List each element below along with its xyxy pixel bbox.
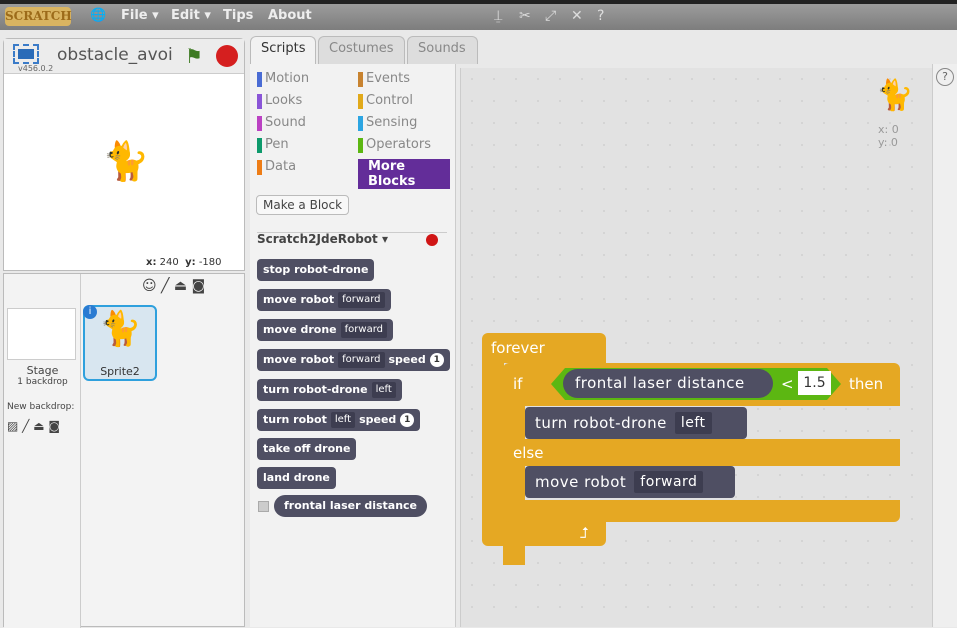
block-land-drone[interactable]: land drone bbox=[257, 467, 336, 489]
loop-arrow-icon: ⮥ bbox=[580, 524, 589, 542]
help-panel: ? bbox=[932, 64, 957, 627]
stop-icon[interactable] bbox=[216, 45, 238, 67]
scripts-area[interactable]: 🐈 x: 0 y: 0 forever ⮥ if frontal laser di… bbox=[460, 68, 932, 627]
block-move-robot-speed[interactable]: move robot forward speed 1 bbox=[257, 349, 450, 371]
category-events[interactable]: Events bbox=[358, 71, 410, 87]
category-more-blocks[interactable]: More Blocks bbox=[358, 159, 450, 189]
make-a-block-button[interactable]: Make a Block bbox=[256, 195, 350, 215]
stage-panel: obstacle_avoid v456.0.2 ⚑ 🐈 bbox=[3, 38, 245, 271]
category-control[interactable]: Control bbox=[358, 93, 413, 109]
block-stop-robot-drone[interactable]: stop robot-drone bbox=[257, 259, 375, 281]
globe-icon[interactable]: 🌐 bbox=[90, 8, 106, 23]
if-else-block[interactable]: if frontal laser distance < 1.5 then bbox=[503, 363, 900, 406]
direction-dropdown[interactable]: left bbox=[674, 412, 712, 434]
menu-bar: SCRATCH 🌐 File ▾ Edit ▾ Tips About ⍊ ✂ ⤢… bbox=[0, 4, 957, 30]
block-turn-robot-drone[interactable]: turn robot-drone left bbox=[257, 379, 402, 401]
category-sound[interactable]: Sound bbox=[257, 115, 306, 131]
category-operators[interactable]: Operators bbox=[358, 137, 431, 153]
info-icon[interactable]: i bbox=[83, 305, 97, 319]
help-icon[interactable]: ? bbox=[597, 8, 604, 24]
stage-label: Stage bbox=[26, 364, 59, 377]
reporter-checkbox[interactable] bbox=[258, 501, 269, 512]
block-move-drone[interactable]: move drone forward bbox=[257, 319, 393, 341]
extension-status-icon bbox=[426, 234, 438, 246]
extension-dropdown[interactable]: Scratch2JdeRobot ▾ bbox=[257, 232, 388, 246]
menu-edit[interactable]: Edit ▾ bbox=[171, 8, 211, 23]
block-turn-robot-speed[interactable]: turn robot left speed 1 bbox=[257, 409, 421, 431]
then-label: then bbox=[849, 375, 884, 393]
shrink-icon[interactable]: ✕ bbox=[571, 8, 583, 24]
laser-reporter[interactable]: frontal laser distance bbox=[563, 369, 773, 398]
help-icon[interactable]: ? bbox=[936, 68, 954, 86]
sprite-position: x: 0 y: 0 bbox=[878, 123, 899, 149]
move-robot-block[interactable]: move robot forward bbox=[525, 466, 735, 498]
move-direction-dropdown[interactable]: forward bbox=[634, 471, 704, 493]
duplicate-stamp-icon[interactable]: ⍊ bbox=[494, 8, 502, 24]
category-looks[interactable]: Looks bbox=[257, 93, 302, 109]
tab-scripts[interactable]: Scripts bbox=[250, 36, 316, 67]
tab-costumes[interactable]: Costumes bbox=[318, 36, 405, 64]
stage-thumbnail[interactable] bbox=[7, 308, 76, 360]
tab-sounds[interactable]: Sounds bbox=[407, 36, 478, 64]
sprite-thumbnail[interactable]: i 🐈 Sprite2 bbox=[83, 305, 157, 381]
block-palette: Motion Events Looks Control Sound Sensing Pen O… bbox=[250, 64, 456, 627]
fullscreen-icon[interactable] bbox=[13, 44, 39, 64]
backdrop-count: 1 backdrop bbox=[17, 377, 68, 387]
menu-about[interactable]: About bbox=[268, 8, 312, 23]
turn-robot-drone-block[interactable]: turn robot-drone left bbox=[525, 407, 747, 439]
backdrop-tools-icon[interactable]: ▨ ╱ ⏏ ◙ bbox=[7, 419, 60, 433]
sprite-pane: Stage 1 backdrop New backdrop: ▨ ╱ ⏏ ◙ ☺… bbox=[3, 273, 245, 628]
category-pen[interactable]: Pen bbox=[257, 137, 289, 153]
block-take-off-drone[interactable]: take off drone bbox=[257, 438, 357, 460]
cut-icon[interactable]: ✂ bbox=[519, 8, 531, 24]
sprite-preview: 🐈 bbox=[876, 78, 914, 113]
category-sensing[interactable]: Sensing bbox=[358, 115, 417, 131]
menu-file[interactable]: File ▾ bbox=[121, 8, 159, 23]
cat-sprite[interactable]: 🐈 bbox=[102, 139, 149, 184]
operator-symbol: < bbox=[781, 375, 794, 393]
green-flag-icon[interactable]: ⚑ bbox=[185, 44, 203, 68]
mouse-coordinates: x: 240 y: -180 bbox=[146, 257, 222, 268]
menu-tips[interactable]: Tips bbox=[223, 8, 253, 23]
new-sprite-tools-icon[interactable]: ☺ ╱ ⏏ ◙ bbox=[142, 278, 205, 294]
sprite-name: Sprite2 bbox=[100, 365, 140, 378]
value-input[interactable]: 1.5 bbox=[798, 371, 831, 395]
forever-block[interactable]: forever bbox=[482, 333, 606, 363]
project-title[interactable]: obstacle_avoid bbox=[57, 45, 172, 65]
block-frontal-laser-distance[interactable]: frontal laser distance bbox=[274, 495, 428, 517]
version-label: v456.0.2 bbox=[18, 64, 54, 73]
scratch-logo[interactable]: SCRATCH bbox=[5, 7, 72, 26]
grow-icon[interactable]: ⤢ bbox=[545, 8, 556, 24]
else-section: else bbox=[503, 439, 900, 466]
block-move-robot[interactable]: move robot forward bbox=[257, 289, 391, 311]
category-data[interactable]: Data bbox=[257, 159, 296, 175]
category-motion[interactable]: Motion bbox=[257, 71, 309, 87]
new-backdrop-label: New backdrop: bbox=[7, 402, 75, 412]
